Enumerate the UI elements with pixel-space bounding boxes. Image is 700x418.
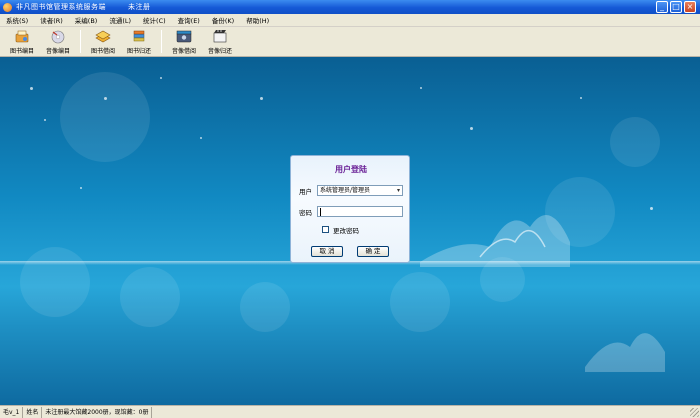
menu-query[interactable]: 查询(E) bbox=[178, 15, 200, 25]
toolbar-separator bbox=[80, 30, 81, 53]
menu-help[interactable]: 帮助(H) bbox=[246, 15, 269, 25]
water-drop bbox=[650, 207, 653, 210]
audio-video-return-button[interactable]: 音像归还 bbox=[202, 27, 238, 56]
password-label: 密码 bbox=[299, 209, 312, 217]
maximize-button[interactable]: □ bbox=[670, 1, 682, 13]
water-splash-decoration bbox=[585, 333, 665, 372]
login-dialog-title: 用户登陆 bbox=[335, 165, 367, 174]
water-drop bbox=[160, 77, 162, 79]
change-password-label[interactable]: 更改密码 bbox=[333, 225, 359, 235]
water-drop bbox=[80, 187, 82, 189]
status-collection-info: 未注册最大馆藏2000册，现馆藏：0册 bbox=[42, 406, 153, 418]
title-bar: 非凡图书馆管理系统服务端 未注册 _ □ × bbox=[0, 0, 700, 14]
registration-status: 未注册 bbox=[128, 3, 151, 11]
close-button[interactable]: × bbox=[684, 1, 696, 13]
audio-video-catalog-icon bbox=[51, 30, 65, 44]
book-borrow-icon bbox=[95, 30, 111, 43]
ok-button[interactable]: 确 定 bbox=[357, 246, 389, 257]
app-icon bbox=[3, 2, 12, 12]
bubble-decoration bbox=[120, 267, 180, 327]
menu-reader[interactable]: 读者(R) bbox=[40, 15, 63, 25]
book-borrow-button[interactable]: 图书借阅 bbox=[85, 27, 121, 56]
bubble-decoration bbox=[240, 282, 290, 332]
resize-grip[interactable] bbox=[690, 408, 699, 417]
menu-acquisition[interactable]: 采编(B) bbox=[75, 15, 98, 25]
menu-system[interactable]: 系统(S) bbox=[6, 15, 28, 25]
audio-video-catalog-label: 音像编目 bbox=[45, 48, 70, 55]
window-title-text: 非凡图书馆管理系统服务端 bbox=[16, 3, 106, 11]
menu-statistics[interactable]: 统计(C) bbox=[143, 15, 166, 25]
text-caret bbox=[320, 208, 321, 216]
toolbar-separator bbox=[161, 30, 162, 53]
menu-backup[interactable]: 备份(K) bbox=[212, 15, 234, 25]
audio-video-borrow-label: 音像借阅 bbox=[171, 48, 196, 55]
status-bar: 毛v_1 姓名 未注册最大馆藏2000册，现馆藏：0册 bbox=[0, 405, 700, 418]
book-return-label: 图书归还 bbox=[126, 48, 151, 55]
status-name: 姓名 bbox=[23, 406, 43, 418]
water-drop bbox=[200, 137, 202, 139]
cancel-button[interactable]: 取 消 bbox=[311, 246, 343, 257]
user-select-value: 系统管理员/管理员 bbox=[320, 187, 371, 194]
water-drop bbox=[420, 87, 422, 89]
book-return-button[interactable]: 图书归还 bbox=[121, 27, 157, 56]
audio-video-borrow-icon bbox=[176, 30, 192, 43]
window-title: 非凡图书馆管理系统服务端 未注册 bbox=[16, 2, 151, 12]
water-splash-decoration bbox=[420, 215, 570, 267]
water-drop bbox=[44, 119, 46, 121]
menu-circulation[interactable]: 流通(L) bbox=[109, 15, 131, 25]
menu-bar: 系统(S) 读者(R) 采编(B) 流通(L) 统计(C) 查询(E) 备份(K… bbox=[0, 14, 700, 27]
bubble-decoration bbox=[60, 72, 150, 162]
bubble-decoration bbox=[390, 272, 450, 332]
user-label: 用户 bbox=[299, 188, 312, 196]
toolbar: 图书编目 音像编目 图书借阅 图书归还 音像借阅 音像归还 bbox=[0, 27, 700, 57]
login-dialog: 用户登陆 用户 系统管理员/管理员 ▾ 密码 更改密码 取 消 确 定 bbox=[290, 155, 410, 263]
audio-video-catalog-button[interactable]: 音像编目 bbox=[40, 27, 76, 56]
chevron-down-icon[interactable]: ▾ bbox=[397, 186, 400, 195]
audio-video-borrow-button[interactable]: 音像借阅 bbox=[166, 27, 202, 56]
status-user: 毛v_1 bbox=[0, 406, 24, 418]
bubble-decoration bbox=[20, 247, 90, 317]
book-catalog-button[interactable]: 图书编目 bbox=[4, 27, 40, 56]
water-drop bbox=[104, 97, 107, 100]
water-drop bbox=[30, 87, 33, 90]
water-drop bbox=[470, 127, 473, 130]
audio-video-return-icon bbox=[213, 30, 227, 43]
user-select[interactable]: 系统管理员/管理员 ▾ bbox=[317, 185, 403, 196]
book-catalog-icon bbox=[15, 30, 29, 43]
water-drop bbox=[260, 97, 263, 100]
book-borrow-label: 图书借阅 bbox=[90, 48, 115, 55]
book-return-icon bbox=[133, 30, 145, 42]
audio-video-return-label: 音像归还 bbox=[207, 48, 232, 55]
minimize-button[interactable]: _ bbox=[656, 1, 668, 13]
water-drop bbox=[580, 97, 582, 99]
change-password-checkbox[interactable] bbox=[322, 226, 329, 233]
book-catalog-label: 图书编目 bbox=[9, 48, 34, 55]
bubble-decoration bbox=[610, 117, 660, 167]
password-field[interactable] bbox=[317, 206, 403, 217]
